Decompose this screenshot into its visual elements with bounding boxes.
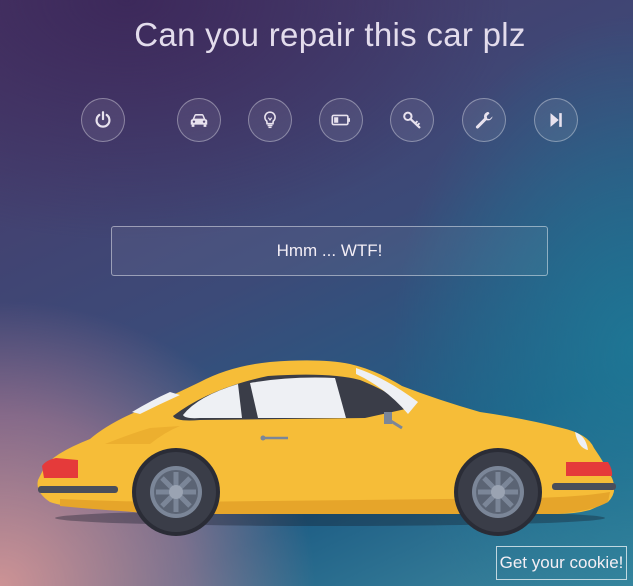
car-button[interactable] (177, 98, 221, 142)
battery-icon (331, 114, 350, 126)
skip-forward-button[interactable] (534, 98, 578, 142)
repair-toolbar (0, 98, 633, 146)
car-illustration (37, 360, 616, 536)
power-button[interactable] (81, 98, 125, 142)
lightbulb-icon (264, 111, 276, 129)
car-icon (190, 114, 208, 127)
get-cookie-button[interactable]: Get your cookie! (496, 546, 627, 580)
wrench-icon (475, 111, 493, 129)
wrench-button[interactable] (462, 98, 506, 142)
message-text: Hmm ... WTF! (276, 241, 383, 260)
lightbulb-button[interactable] (248, 98, 292, 142)
skip-forward-icon (550, 113, 562, 127)
key-icon (403, 111, 421, 129)
battery-button[interactable] (319, 98, 363, 142)
page-title: Can you repair this car plz (134, 16, 526, 53)
key-button[interactable] (390, 98, 434, 142)
power-icon (95, 111, 111, 128)
message-box: Hmm ... WTF! (111, 226, 548, 276)
